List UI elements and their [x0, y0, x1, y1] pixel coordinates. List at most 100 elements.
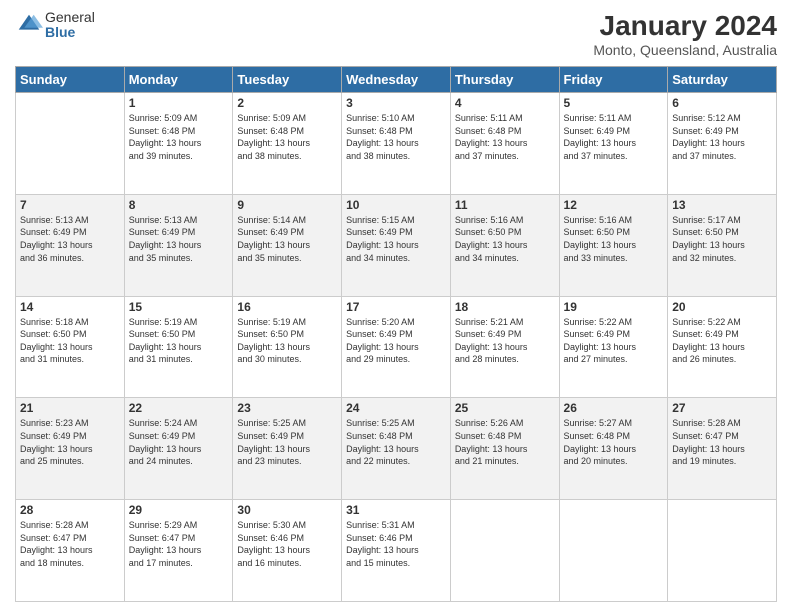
calendar-cell: 20 Sunrise: 5:22 AM Sunset: 6:49 PM Dayli… — [668, 296, 777, 398]
subtitle: Monto, Queensland, Australia — [593, 42, 777, 58]
logo-general-text: General — [45, 10, 95, 25]
day-number: 13 — [672, 198, 772, 212]
day-number: 26 — [564, 401, 664, 415]
calendar-cell: 27 Sunrise: 5:28 AM Sunset: 6:47 PM Dayli… — [668, 398, 777, 500]
day-info: Sunrise: 5:17 AM Sunset: 6:50 PM Dayligh… — [672, 214, 772, 264]
day-number: 17 — [346, 300, 446, 314]
logo-icon — [15, 11, 43, 39]
weekday-header-row: Sunday Monday Tuesday Wednesday Thursday… — [16, 67, 777, 93]
day-info: Sunrise: 5:11 AM Sunset: 6:48 PM Dayligh… — [455, 112, 555, 162]
day-info: Sunrise: 5:19 AM Sunset: 6:50 PM Dayligh… — [237, 316, 337, 366]
day-info: Sunrise: 5:15 AM Sunset: 6:49 PM Dayligh… — [346, 214, 446, 264]
calendar-cell: 26 Sunrise: 5:27 AM Sunset: 6:48 PM Dayli… — [559, 398, 668, 500]
calendar-cell: 6Sunrise: 5:12 AM Sunset: 6:49 PM Daylig… — [668, 93, 777, 195]
calendar-cell: 21 Sunrise: 5:23 AM Sunset: 6:49 PM Dayli… — [16, 398, 125, 500]
calendar-cell — [668, 500, 777, 602]
calendar-cell: 17 Sunrise: 5:20 AM Sunset: 6:49 PM Dayli… — [342, 296, 451, 398]
day-info: Sunrise: 5:10 AM Sunset: 6:48 PM Dayligh… — [346, 112, 446, 162]
day-number: 16 — [237, 300, 337, 314]
main-title: January 2024 — [593, 10, 777, 42]
day-info: Sunrise: 5:20 AM Sunset: 6:49 PM Dayligh… — [346, 316, 446, 366]
calendar-cell: 14Sunrise: 5:18 AM Sunset: 6:50 PM Dayli… — [16, 296, 125, 398]
day-info: Sunrise: 5:13 AM Sunset: 6:49 PM Dayligh… — [20, 214, 120, 264]
day-info: Sunrise: 5:14 AM Sunset: 6:49 PM Dayligh… — [237, 214, 337, 264]
calendar-cell: 5 Sunrise: 5:11 AM Sunset: 6:49 PM Daylig… — [559, 93, 668, 195]
day-number: 19 — [564, 300, 664, 314]
logo-text: General Blue — [45, 10, 95, 41]
day-info: Sunrise: 5:29 AM Sunset: 6:47 PM Dayligh… — [129, 519, 229, 569]
day-number: 27 — [672, 401, 772, 415]
day-info: Sunrise: 5:09 AM Sunset: 6:48 PM Dayligh… — [129, 112, 229, 162]
day-info: Sunrise: 5:11 AM Sunset: 6:49 PM Dayligh… — [564, 112, 664, 162]
week-row-5: 28 Sunrise: 5:28 AM Sunset: 6:47 PM Dayli… — [16, 500, 777, 602]
calendar-body: 1Sunrise: 5:09 AM Sunset: 6:48 PM Daylig… — [16, 93, 777, 602]
day-number: 21 — [20, 401, 120, 415]
week-row-3: 14Sunrise: 5:18 AM Sunset: 6:50 PM Dayli… — [16, 296, 777, 398]
day-number: 31 — [346, 503, 446, 517]
day-info: Sunrise: 5:31 AM Sunset: 6:46 PM Dayligh… — [346, 519, 446, 569]
calendar: Sunday Monday Tuesday Wednesday Thursday… — [15, 66, 777, 602]
calendar-cell: 30 Sunrise: 5:30 AM Sunset: 6:46 PM Dayli… — [233, 500, 342, 602]
header-monday: Monday — [124, 67, 233, 93]
day-number: 14 — [20, 300, 120, 314]
day-number: 22 — [129, 401, 229, 415]
calendar-cell: 8Sunrise: 5:13 AM Sunset: 6:49 PM Daylig… — [124, 194, 233, 296]
day-number: 25 — [455, 401, 555, 415]
title-block: January 2024 Monto, Queensland, Australi… — [593, 10, 777, 58]
day-number: 7 — [20, 198, 120, 212]
day-info: Sunrise: 5:25 AM Sunset: 6:48 PM Dayligh… — [346, 417, 446, 467]
calendar-cell: 10 Sunrise: 5:15 AM Sunset: 6:49 PM Dayli… — [342, 194, 451, 296]
day-number: 2 — [237, 96, 337, 110]
logo-blue-text: Blue — [45, 25, 95, 40]
day-number: 30 — [237, 503, 337, 517]
day-info: Sunrise: 5:25 AM Sunset: 6:49 PM Dayligh… — [237, 417, 337, 467]
day-info: Sunrise: 5:16 AM Sunset: 6:50 PM Dayligh… — [564, 214, 664, 264]
week-row-1: 1Sunrise: 5:09 AM Sunset: 6:48 PM Daylig… — [16, 93, 777, 195]
header-sunday: Sunday — [16, 67, 125, 93]
header-friday: Friday — [559, 67, 668, 93]
day-number: 20 — [672, 300, 772, 314]
day-info: Sunrise: 5:23 AM Sunset: 6:49 PM Dayligh… — [20, 417, 120, 467]
day-number: 4 — [455, 96, 555, 110]
header-saturday: Saturday — [668, 67, 777, 93]
header-thursday: Thursday — [450, 67, 559, 93]
day-info: Sunrise: 5:27 AM Sunset: 6:48 PM Dayligh… — [564, 417, 664, 467]
day-info: Sunrise: 5:28 AM Sunset: 6:47 PM Dayligh… — [672, 417, 772, 467]
day-info: Sunrise: 5:28 AM Sunset: 6:47 PM Dayligh… — [20, 519, 120, 569]
day-number: 15 — [129, 300, 229, 314]
calendar-cell: 19 Sunrise: 5:22 AM Sunset: 6:49 PM Dayli… — [559, 296, 668, 398]
day-number: 5 — [564, 96, 664, 110]
calendar-cell: 31 Sunrise: 5:31 AM Sunset: 6:46 PM Dayli… — [342, 500, 451, 602]
day-info: Sunrise: 5:19 AM Sunset: 6:50 PM Dayligh… — [129, 316, 229, 366]
day-info: Sunrise: 5:22 AM Sunset: 6:49 PM Dayligh… — [564, 316, 664, 366]
page: General Blue January 2024 Monto, Queensl… — [0, 0, 792, 612]
calendar-cell: 13 Sunrise: 5:17 AM Sunset: 6:50 PM Dayli… — [668, 194, 777, 296]
calendar-cell: 2 Sunrise: 5:09 AM Sunset: 6:48 PM Daylig… — [233, 93, 342, 195]
day-info: Sunrise: 5:09 AM Sunset: 6:48 PM Dayligh… — [237, 112, 337, 162]
calendar-cell: 7 Sunrise: 5:13 AM Sunset: 6:49 PM Daylig… — [16, 194, 125, 296]
calendar-cell: 3Sunrise: 5:10 AM Sunset: 6:48 PM Daylig… — [342, 93, 451, 195]
day-number: 23 — [237, 401, 337, 415]
week-row-2: 7 Sunrise: 5:13 AM Sunset: 6:49 PM Daylig… — [16, 194, 777, 296]
calendar-cell — [450, 500, 559, 602]
header-tuesday: Tuesday — [233, 67, 342, 93]
day-number: 28 — [20, 503, 120, 517]
calendar-cell: 4 Sunrise: 5:11 AM Sunset: 6:48 PM Daylig… — [450, 93, 559, 195]
day-number: 9 — [237, 198, 337, 212]
header: General Blue January 2024 Monto, Queensl… — [15, 10, 777, 58]
day-info: Sunrise: 5:22 AM Sunset: 6:49 PM Dayligh… — [672, 316, 772, 366]
day-number: 10 — [346, 198, 446, 212]
day-info: Sunrise: 5:12 AM Sunset: 6:49 PM Dayligh… — [672, 112, 772, 162]
calendar-cell: 24Sunrise: 5:25 AM Sunset: 6:48 PM Dayli… — [342, 398, 451, 500]
day-info: Sunrise: 5:26 AM Sunset: 6:48 PM Dayligh… — [455, 417, 555, 467]
day-number: 29 — [129, 503, 229, 517]
calendar-cell — [16, 93, 125, 195]
calendar-cell: 18Sunrise: 5:21 AM Sunset: 6:49 PM Dayli… — [450, 296, 559, 398]
calendar-cell: 11Sunrise: 5:16 AM Sunset: 6:50 PM Dayli… — [450, 194, 559, 296]
day-info: Sunrise: 5:30 AM Sunset: 6:46 PM Dayligh… — [237, 519, 337, 569]
calendar-cell: 28 Sunrise: 5:28 AM Sunset: 6:47 PM Dayli… — [16, 500, 125, 602]
calendar-cell: 9 Sunrise: 5:14 AM Sunset: 6:49 PM Daylig… — [233, 194, 342, 296]
calendar-cell: 15 Sunrise: 5:19 AM Sunset: 6:50 PM Dayli… — [124, 296, 233, 398]
calendar-cell: 29 Sunrise: 5:29 AM Sunset: 6:47 PM Dayli… — [124, 500, 233, 602]
calendar-cell: 1Sunrise: 5:09 AM Sunset: 6:48 PM Daylig… — [124, 93, 233, 195]
